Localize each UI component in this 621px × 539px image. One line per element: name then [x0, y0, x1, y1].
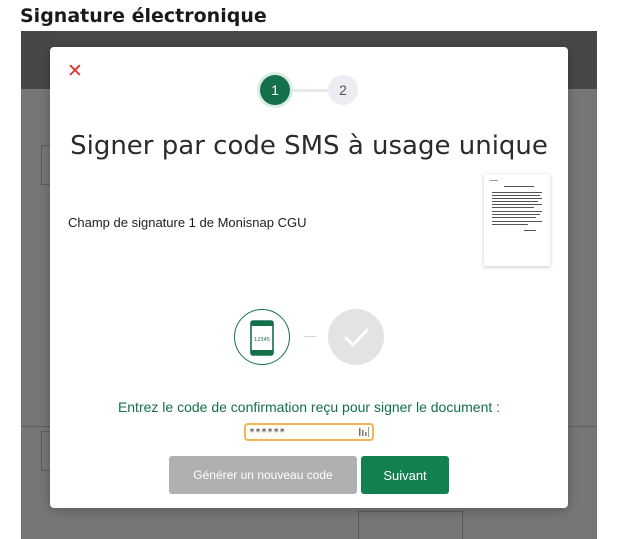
step-2: 2 [328, 75, 358, 105]
phone-icon: 12345 [250, 320, 274, 356]
step-1: 1 [260, 75, 290, 105]
sms-signature-modal: ✕ 1 2 Signer par code SMS à usage unique… [50, 47, 568, 508]
sms-code-input[interactable] [244, 423, 374, 441]
viewer-signature-box [358, 511, 463, 539]
document-thumbnail [484, 174, 550, 266]
close-icon[interactable]: ✕ [67, 62, 83, 81]
next-button[interactable]: Suivant [361, 456, 449, 494]
sms-phone-step-icon: 12345 [234, 309, 290, 365]
step-connector [304, 336, 316, 337]
stepper-line [288, 89, 332, 92]
signature-field-label: Champ de signature 1 de Monisnap CGU [68, 215, 307, 230]
confirmation-step-icon [328, 309, 384, 365]
phone-code-text: 12345 [254, 337, 270, 343]
page-title: Signature électronique [20, 5, 267, 27]
checkmark-icon [344, 328, 369, 347]
password-manager-icon[interactable] [358, 426, 370, 438]
generate-new-code-button[interactable]: Générer un nouveau code [169, 456, 357, 494]
modal-title: Signer par code SMS à usage unique [70, 131, 548, 161]
stepper: 1 2 [260, 75, 358, 105]
code-instruction: Entrez le code de confirmation reçu pour… [117, 399, 501, 415]
